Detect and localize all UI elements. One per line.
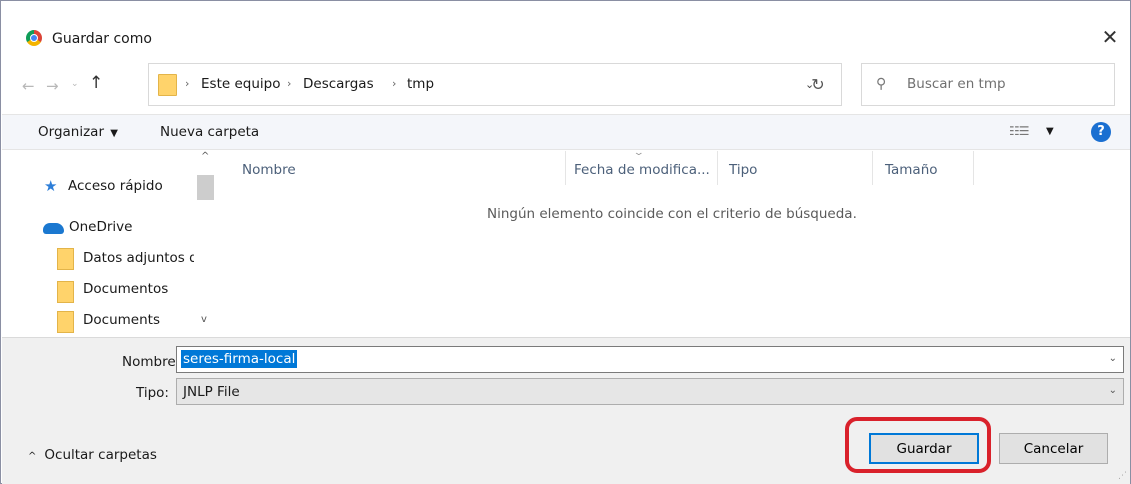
folder-icon [57, 311, 74, 333]
file-type-select[interactable]: JNLP File ⌄ [176, 378, 1124, 405]
column-divider[interactable] [973, 151, 974, 185]
navigation-scrollbar[interactable]: ^ v [197, 151, 214, 331]
chevron-down-icon[interactable]: ⌄ [1109, 385, 1117, 396]
breadcrumb-este-equipo[interactable]: Este equipo [201, 76, 280, 92]
column-divider[interactable] [872, 151, 873, 185]
column-header-tamano[interactable]: Tamaño [885, 162, 938, 178]
breadcrumb-separator-icon[interactable]: › [287, 77, 291, 90]
folder-icon [57, 248, 74, 270]
address-row: ← → ⌄ ↑ › Este equipo › Descargas › tmp … [1, 63, 1130, 107]
column-divider[interactable] [717, 151, 718, 185]
organize-menu-button[interactable]: Organizar ▼ [38, 124, 118, 140]
sort-indicator-icon: ⌄ [632, 148, 645, 158]
breadcrumb-separator-icon[interactable]: › [185, 77, 189, 90]
folder-icon [57, 281, 74, 303]
resize-grip-icon[interactable]: ⋰ [1118, 471, 1127, 481]
breadcrumb-separator-icon[interactable]: › [392, 77, 396, 90]
column-divider[interactable] [565, 151, 566, 185]
folder-icon [158, 74, 177, 96]
window-title: Guardar como [52, 31, 152, 47]
navigation-pane: ★ Acceso rápido OneDrive Datos adjuntos … [2, 151, 214, 333]
cancel-button[interactable]: Cancelar [999, 433, 1108, 464]
nav-item-datos-adjuntos[interactable]: Datos adjuntos d [83, 250, 194, 266]
breadcrumb-tmp[interactable]: tmp [407, 76, 434, 92]
file-name-input[interactable]: seres-firma-local ⌄ [176, 346, 1124, 373]
view-options-icon[interactable]: ☷☰ [1009, 124, 1029, 138]
search-icon: ⚲ [876, 76, 887, 92]
nav-item-documents[interactable]: Documents [83, 312, 207, 328]
caret-down-icon: ▼ [110, 128, 118, 139]
search-input[interactable]: ⚲ Buscar en tmp [861, 63, 1115, 106]
scroll-thumb[interactable] [197, 175, 214, 200]
column-header-fecha[interactable]: Fecha de modifica... [574, 162, 710, 178]
help-icon[interactable]: ? [1091, 122, 1111, 142]
save-form-area: Nombre: seres-firma-local ⌄ Tipo: JNLP F… [2, 337, 1130, 484]
organize-label: Organizar [38, 124, 104, 140]
column-header-nombre[interactable]: Nombre [242, 162, 296, 178]
new-folder-button[interactable]: Nueva carpeta [160, 124, 259, 140]
up-arrow-icon[interactable]: ↑ [89, 73, 103, 93]
view-caret-down-icon[interactable]: ▼ [1046, 126, 1054, 137]
breadcrumb-descargas[interactable]: Descargas [303, 76, 374, 92]
nav-item-acceso-rapido[interactable]: Acceso rápido [68, 178, 192, 194]
hide-folders-label: Ocultar carpetas [44, 447, 157, 463]
file-type-value: JNLP File [183, 384, 240, 400]
address-bar[interactable]: › Este equipo › Descargas › tmp ⌄ [148, 63, 842, 106]
nav-item-onedrive[interactable]: OneDrive [69, 219, 193, 235]
save-button[interactable]: Guardar [869, 433, 979, 464]
scroll-down-icon[interactable]: v [201, 314, 207, 325]
chevron-up-icon: ^ [28, 451, 37, 462]
chevron-down-icon[interactable]: ⌄ [1109, 353, 1117, 364]
file-name-label: Nombre: [122, 354, 181, 370]
recent-locations-chevron-icon[interactable]: ⌄ [71, 79, 79, 89]
hide-folders-toggle[interactable]: ^ Ocultar carpetas [28, 447, 157, 463]
forward-arrow-icon[interactable]: → [46, 77, 59, 95]
close-icon[interactable]: ✕ [1096, 25, 1124, 51]
search-placeholder: Buscar en tmp [907, 76, 1006, 92]
chrome-app-icon [26, 30, 42, 46]
refresh-icon[interactable]: ↻ [800, 63, 836, 106]
empty-list-message: Ningún elemento coincide con el criterio… [487, 206, 857, 222]
title-bar: Guardar como ✕ [1, 1, 1130, 49]
nav-item-documentos[interactable]: Documentos [83, 281, 207, 297]
file-name-value[interactable]: seres-firma-local [181, 350, 298, 368]
scroll-up-icon[interactable]: ^ [201, 151, 209, 162]
column-header-tipo[interactable]: Tipo [729, 162, 757, 178]
save-as-dialog: Guardar como ✕ ← → ⌄ ↑ › Este equipo › D… [0, 0, 1131, 484]
back-arrow-icon[interactable]: ← [22, 77, 35, 95]
cloud-icon [43, 223, 64, 234]
file-list[interactable]: Nombre ⌄ Fecha de modifica... Tipo Tamañ… [217, 148, 1130, 331]
star-icon: ★ [44, 177, 58, 195]
file-type-label: Tipo: [136, 385, 169, 401]
command-toolbar: Organizar ▼ Nueva carpeta ☷☰ ▼ ? [2, 114, 1130, 150]
